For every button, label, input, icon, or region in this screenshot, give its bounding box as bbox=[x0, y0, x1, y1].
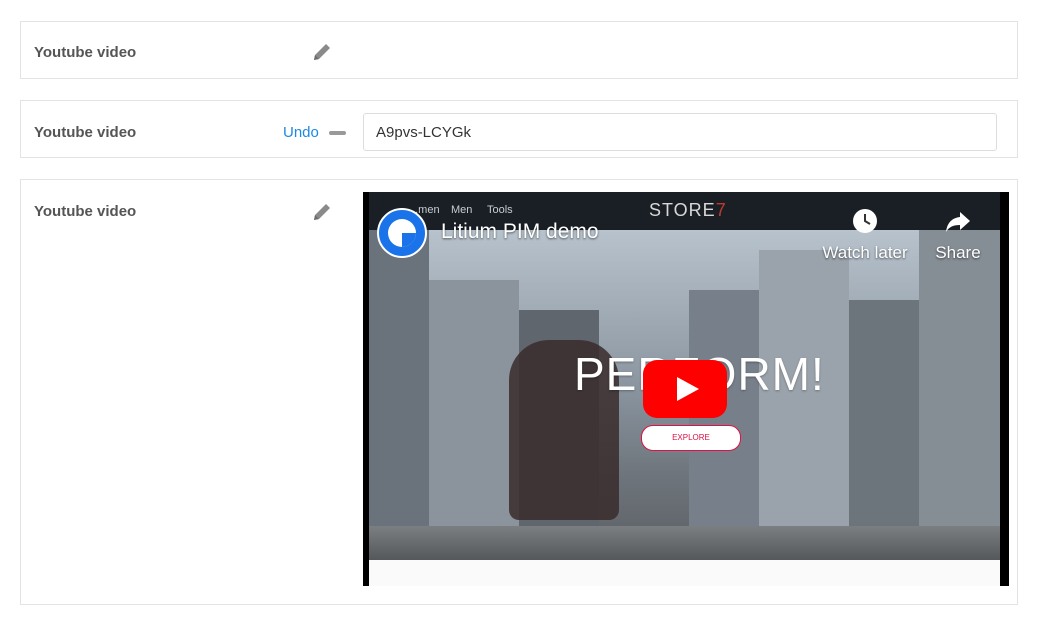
watch-later-button[interactable]: Watch later bbox=[815, 208, 915, 263]
pencil-icon[interactable] bbox=[311, 41, 333, 63]
share-button[interactable]: Share bbox=[923, 208, 993, 263]
play-button[interactable] bbox=[643, 360, 727, 418]
explore-button: EXPLORE bbox=[641, 425, 741, 451]
clock-icon bbox=[852, 209, 878, 238]
share-icon bbox=[945, 212, 971, 238]
field-label: Youtube video bbox=[34, 203, 137, 220]
youtube-id-input[interactable] bbox=[363, 113, 997, 151]
pencil-icon[interactable] bbox=[311, 201, 333, 223]
field-label: Youtube video bbox=[34, 44, 137, 61]
field-row-youtube-edit: Youtube video Undo bbox=[20, 100, 1018, 158]
field-row-youtube-preview: Youtube video ...men Men Tools STORE7 EX… bbox=[20, 179, 1018, 605]
watch-later-label: Watch later bbox=[822, 243, 908, 262]
video-title[interactable]: Litium PIM demo bbox=[441, 220, 599, 244]
field-row-youtube-view: Youtube video bbox=[20, 21, 1018, 79]
store-logo: STORE7 bbox=[649, 200, 727, 221]
store-logo-accent: 7 bbox=[715, 200, 727, 220]
site-nav-item: Tools bbox=[487, 204, 513, 216]
store-logo-main: STORE bbox=[649, 200, 716, 220]
site-nav-item: Men bbox=[451, 204, 473, 216]
share-label: Share bbox=[935, 243, 981, 262]
undo-link[interactable]: Undo bbox=[283, 124, 319, 141]
youtube-video-player[interactable]: ...men Men Tools STORE7 PERFORM! EXPLORE… bbox=[363, 192, 1009, 586]
minus-icon[interactable] bbox=[329, 131, 346, 135]
channel-avatar[interactable] bbox=[377, 208, 427, 258]
field-label: Youtube video bbox=[34, 124, 137, 141]
